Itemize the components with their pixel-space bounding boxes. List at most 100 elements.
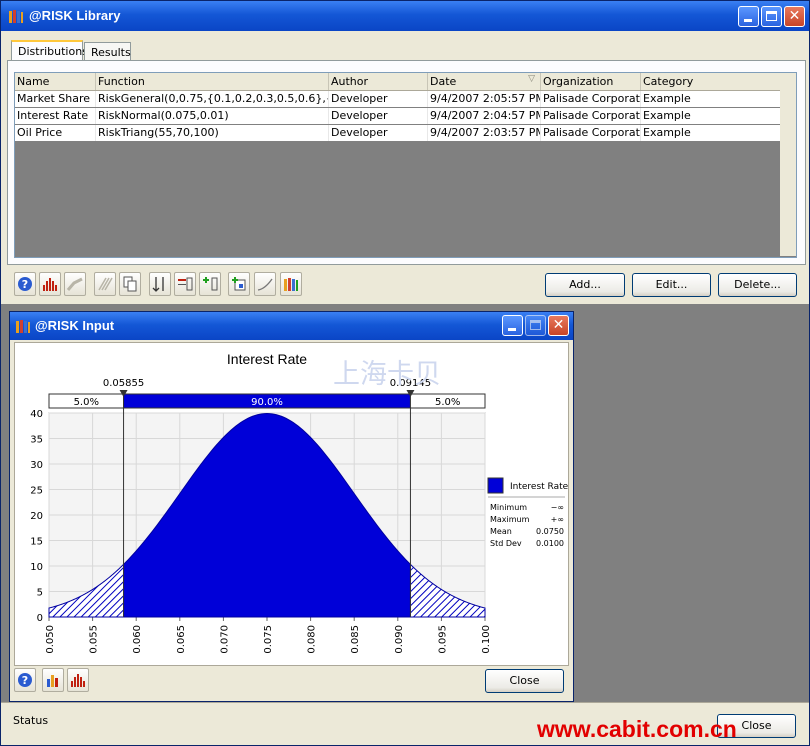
y-tick-label: 40 bbox=[30, 409, 43, 420]
input-close-button[interactable]: Close bbox=[485, 669, 564, 693]
library-icon[interactable] bbox=[280, 272, 302, 296]
add-icon[interactable] bbox=[199, 272, 221, 296]
close-window-button[interactable]: ✕ bbox=[784, 6, 805, 27]
add-button[interactable]: Add... bbox=[545, 273, 625, 297]
cell-date: 9/4/2007 2:05:57 PM bbox=[430, 91, 541, 107]
add-cell-icon[interactable] bbox=[228, 272, 250, 296]
delete-button[interactable]: Delete... bbox=[718, 273, 797, 297]
copy-icon[interactable] bbox=[119, 272, 141, 296]
x-tick-label: 0.050 bbox=[45, 625, 56, 654]
window-title: @RISK Library bbox=[29, 8, 121, 23]
legend-series-label: Interest Rate bbox=[510, 482, 568, 492]
y-tick-label: 10 bbox=[30, 562, 43, 573]
minimize-button[interactable] bbox=[738, 6, 759, 27]
band-center-label: 90.0% bbox=[251, 397, 283, 408]
tab-label: Results bbox=[91, 46, 131, 59]
cell-organization: Palisade Corporation bbox=[543, 125, 641, 141]
tab-label: Distributions bbox=[18, 45, 88, 58]
y-tick-label: 35 bbox=[30, 435, 43, 446]
cell-author: Developer bbox=[329, 91, 428, 107]
vertical-scrollbar[interactable] bbox=[780, 90, 796, 256]
watermark: www.cabit.com.cn bbox=[537, 716, 737, 742]
title-bar[interactable]: @RISK Library ✕ bbox=[1, 1, 809, 31]
legend-swatch bbox=[487, 477, 504, 494]
cell-date: 9/4/2007 2:04:57 PM bbox=[430, 108, 541, 124]
export-icon[interactable] bbox=[174, 272, 196, 296]
cell-name: Market Share bbox=[15, 91, 96, 107]
legend-stat-label: Maximum bbox=[490, 515, 530, 524]
watermark-cn: 上海卡贝 bbox=[333, 359, 441, 390]
table-row[interactable]: Oil Price RiskTriang(55,70,100) Develope… bbox=[15, 125, 796, 141]
pattern-icon[interactable] bbox=[94, 272, 116, 296]
column-header-category[interactable]: Category bbox=[641, 73, 796, 90]
svg-text:?: ? bbox=[22, 278, 28, 291]
x-tick-label: 0.075 bbox=[263, 625, 274, 654]
column-header-author[interactable]: Author bbox=[329, 73, 428, 90]
legend-stat-value: −∞ bbox=[551, 503, 564, 512]
x-tick-label: 0.090 bbox=[394, 625, 405, 654]
cell-function: RiskTriang(55,70,100) bbox=[96, 125, 329, 141]
table-row[interactable]: Market Share RiskGeneral(0,0.75,{0.1,0.2… bbox=[15, 91, 796, 107]
cell-category: Example bbox=[641, 91, 796, 107]
histogram-icon[interactable] bbox=[39, 272, 61, 296]
close-window-button[interactable]: ✕ bbox=[548, 315, 569, 336]
left-marker-value: 0.05855 bbox=[103, 378, 144, 389]
legend-stat-value: 0.0750 bbox=[536, 527, 564, 536]
cell-author: Developer bbox=[329, 108, 428, 124]
legend-stat-value: 0.0100 bbox=[536, 539, 564, 548]
library-icon bbox=[9, 10, 23, 23]
column-header-name[interactable]: Name bbox=[15, 73, 96, 90]
column-header-date-label: Date bbox=[430, 75, 457, 88]
column-header-organization[interactable]: Organization bbox=[541, 73, 641, 90]
x-tick-label: 0.095 bbox=[437, 625, 448, 654]
cell-organization: Palisade Corporation bbox=[543, 108, 641, 124]
histogram-icon[interactable] bbox=[67, 668, 89, 692]
tab-results[interactable]: Results bbox=[84, 42, 131, 60]
cell-function: RiskNormal(0.075,0.01) bbox=[96, 108, 329, 124]
x-tick-label: 0.060 bbox=[132, 625, 143, 654]
cell-date: 9/4/2007 2:03:57 PM bbox=[430, 125, 541, 141]
maximize-button[interactable] bbox=[525, 315, 546, 336]
help-icon[interactable]: ? bbox=[14, 272, 36, 296]
legend-stat-label: Minimum bbox=[490, 503, 527, 512]
svg-text:?: ? bbox=[22, 674, 28, 687]
chart-title: Interest Rate bbox=[227, 351, 307, 367]
x-tick-label: 0.085 bbox=[350, 625, 361, 654]
y-tick-label: 30 bbox=[30, 460, 43, 471]
maximize-button[interactable] bbox=[761, 6, 782, 27]
legend-stat-label: Std Dev bbox=[490, 539, 522, 548]
table-row[interactable]: Interest Rate RiskNormal(0.075,0.01) Dev… bbox=[15, 108, 796, 124]
distribution-chart: 0 5 10 15 20 25 30 35 40 0.050 0.055 0.060 0.065 0.07… bbox=[14, 342, 569, 666]
library-icon bbox=[16, 320, 30, 333]
minimize-button[interactable] bbox=[502, 315, 523, 336]
status-label: Status bbox=[13, 714, 49, 727]
y-tick-label: 15 bbox=[30, 537, 43, 548]
chart-options-icon[interactable] bbox=[42, 668, 64, 692]
cell-category: Example bbox=[641, 108, 796, 124]
x-tick-label: 0.065 bbox=[176, 625, 187, 654]
x-tick-label: 0.080 bbox=[307, 625, 318, 654]
column-header-function[interactable]: Function bbox=[96, 73, 329, 90]
sort-indicator-icon: ▽ bbox=[528, 74, 535, 84]
cell-category: Example bbox=[641, 125, 796, 141]
table-header: Name Function Author Date ▽ Organization … bbox=[15, 73, 796, 91]
function-icon[interactable] bbox=[254, 272, 276, 296]
tab-distributions[interactable]: Distributions bbox=[11, 40, 88, 60]
band-right-label: 5.0% bbox=[435, 397, 460, 408]
x-tick-label: 0.055 bbox=[89, 625, 100, 654]
input-title-bar[interactable]: @RISK Input ✕ bbox=[10, 312, 573, 340]
distribution-table: Name Function Author Date ▽ Organization … bbox=[14, 72, 797, 258]
column-header-date[interactable]: Date ▽ bbox=[428, 73, 541, 90]
y-tick-label: 5 bbox=[37, 588, 43, 599]
band-left-label: 5.0% bbox=[74, 397, 99, 408]
cell-name: Oil Price bbox=[15, 125, 96, 141]
edit-button[interactable]: Edit... bbox=[632, 273, 711, 297]
x-tick-label: 0.100 bbox=[481, 625, 492, 654]
chart-svg: 0 5 10 15 20 25 30 35 40 0.050 0.055 0.060 0.065 0.07… bbox=[30, 351, 568, 654]
graph-icon[interactable] bbox=[64, 272, 86, 296]
help-icon[interactable]: ? bbox=[14, 668, 36, 692]
x-tick-label: 0.070 bbox=[219, 625, 230, 654]
input-window-title: @RISK Input bbox=[35, 318, 115, 333]
sort-icon[interactable] bbox=[149, 272, 171, 296]
input-window: @RISK Input ✕ 0 5 10 15 20 25 30 35 40 0.050 0.055… bbox=[9, 311, 574, 702]
